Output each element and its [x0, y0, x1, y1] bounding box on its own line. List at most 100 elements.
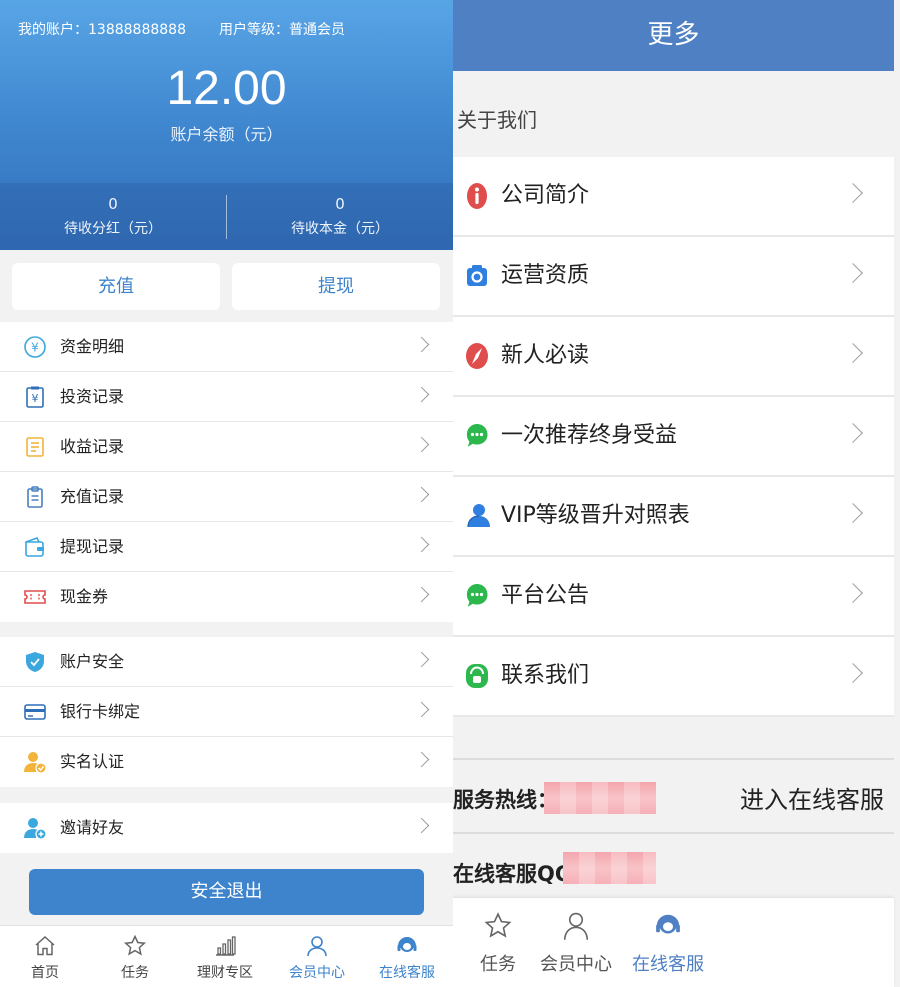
tab-label: 任务 [121, 965, 149, 981]
tab-tasks[interactable]: 任务 [90, 926, 180, 987]
balance-amount: 12.00 [166, 62, 287, 115]
menu-item-bank-card[interactable]: 银行卡绑定 [0, 687, 453, 737]
qq-row: 在线客服QQ： [453, 834, 894, 896]
pending-dividend-value: 0 [108, 195, 118, 213]
chevron-right-icon [843, 503, 863, 523]
yuan-receipt-icon: ¥ [26, 386, 44, 408]
pending-dividend-label: 待收分红（元） [64, 221, 162, 237]
document-icon [26, 437, 44, 457]
headset-icon [656, 914, 680, 934]
add-user-icon [24, 818, 47, 840]
member-center-panel: 我的账户：13888888888 用户等级：普通会员 12.00 账户余额（元）… [0, 0, 453, 987]
records-menu: ¥ 资金明细 ¥ 投资记录 收益记录 充值记录 提现记录 现金券 [0, 322, 453, 622]
withdraw-button[interactable]: 提现 [232, 263, 440, 310]
chevron-right-icon [413, 536, 430, 553]
menu-item-withdraw-records[interactable]: 提现记录 [0, 522, 453, 572]
menu-item-vip-levels[interactable]: VIP等级晋升对照表 [453, 477, 894, 557]
tab-online-service[interactable]: 在线客服 [362, 926, 452, 987]
menu-item-referral[interactable]: 一次推荐终身受益 [453, 397, 894, 477]
home-icon [35, 935, 55, 956]
chevron-right-icon [413, 336, 430, 353]
menu-item-real-name[interactable]: 实名认证 [0, 737, 453, 787]
menu-item-label: 邀请好友 [60, 818, 125, 837]
menu-item-contact-us[interactable]: 联系我们 [453, 637, 894, 717]
menu-item-label: 充值记录 [60, 487, 125, 506]
person-icon [563, 912, 589, 940]
verified-user-icon [24, 752, 47, 774]
menu-item-label: 联系我们 [501, 663, 590, 688]
chevron-right-icon [413, 436, 430, 453]
chat-bubble-icon [466, 584, 488, 607]
pending-dividend: 0 待收分红（元） [0, 183, 226, 250]
security-menu: 账户安全 银行卡绑定 实名认证 [0, 637, 453, 787]
logout-button[interactable]: 安全退出 [29, 869, 424, 915]
camera-icon [467, 265, 487, 286]
tab-home[interactable]: 首页 [0, 926, 90, 987]
tab-tasks[interactable]: 任务 [453, 898, 543, 987]
hotline-label: 服务热线： [453, 788, 558, 812]
account-number: 我的账户：13888888888 [18, 22, 186, 38]
chat-bubble-icon [466, 424, 488, 447]
user-level: 用户等级：普通会员 [219, 22, 345, 38]
phone-icon [466, 664, 488, 688]
menu-item-company-profile[interactable]: 公司简介 [453, 157, 894, 237]
menu-item-qualifications[interactable]: 运营资质 [453, 237, 894, 317]
info-icon [467, 183, 487, 209]
hotline-row: 服务热线： 进入在线客服 [453, 760, 894, 832]
section-title-about: 关于我们 [457, 108, 537, 132]
chevron-right-icon [843, 583, 863, 603]
chevron-right-icon [843, 423, 863, 443]
invite-menu: 邀请好友 [0, 803, 453, 853]
online-service-link[interactable]: 进入在线客服 [740, 780, 884, 815]
menu-item-fund-details[interactable]: ¥ 资金明细 [0, 322, 453, 372]
menu-item-recharge-records[interactable]: 充值记录 [0, 472, 453, 522]
menu-item-label: 新人必读 [501, 343, 590, 368]
svg-text:¥: ¥ [32, 392, 39, 405]
shield-icon [26, 652, 44, 672]
balance-label: 账户余额（元） [170, 125, 283, 144]
clipboard-icon [27, 486, 43, 508]
user-icon [467, 504, 490, 528]
menu-item-earnings-records[interactable]: 收益记录 [0, 422, 453, 472]
menu-item-label: 公司简介 [501, 183, 590, 208]
menu-item-investment-records[interactable]: ¥ 投资记录 [0, 372, 453, 422]
menu-item-cash-coupon[interactable]: 现金券 [0, 572, 453, 622]
hotline-number-redacted [544, 782, 656, 814]
menu-item-newcomer-guide[interactable]: 新人必读 [453, 317, 894, 397]
star-icon [123, 934, 147, 956]
yuan-circle-icon: ¥ [24, 336, 46, 358]
menu-item-invite-friends[interactable]: 邀请好友 [0, 803, 453, 853]
charge-button[interactable]: 充值 [12, 263, 220, 310]
chevron-right-icon [413, 701, 430, 718]
tab-member-center[interactable]: 会员中心 [272, 926, 362, 987]
menu-item-label: 投资记录 [60, 387, 125, 406]
chevron-right-icon [413, 651, 430, 668]
menu-item-label: 收益记录 [60, 437, 125, 456]
bottom-tab-bar: 首页 任务 理财专区 会员中心 在线客服 [0, 925, 453, 987]
tab-member-center[interactable]: 会员中心 [531, 898, 621, 987]
tab-finance[interactable]: 理财专区 [180, 926, 270, 987]
chevron-right-icon [413, 586, 430, 603]
ticket-icon [24, 590, 46, 604]
menu-item-label: 银行卡绑定 [60, 702, 141, 721]
tab-label: 任务 [480, 954, 516, 975]
menu-item-label: 提现记录 [60, 537, 125, 556]
account-header: 我的账户：13888888888 用户等级：普通会员 12.00 账户余额（元）… [0, 0, 453, 250]
tab-label: 会员中心 [540, 954, 612, 975]
menu-item-label: 一次推荐终身受益 [501, 423, 678, 448]
menu-item-account-security[interactable]: 账户安全 [0, 637, 453, 687]
compass-icon [466, 343, 488, 369]
chevron-right-icon [843, 343, 863, 363]
pending-principal-value: 0 [335, 195, 345, 213]
pending-principal-label: 待收本金（元） [291, 221, 389, 237]
tab-label: 首页 [31, 965, 59, 981]
menu-item-label: 运营资质 [501, 263, 590, 288]
credit-card-icon [24, 704, 46, 720]
chevron-right-icon [843, 663, 863, 683]
tab-online-service[interactable]: 在线客服 [623, 898, 713, 987]
chevron-right-icon [413, 386, 430, 403]
page-title: 更多 [453, 0, 894, 71]
menu-item-label: 现金券 [60, 587, 109, 606]
menu-item-announcements[interactable]: 平台公告 [453, 557, 894, 637]
bar-chart-icon [216, 936, 236, 956]
